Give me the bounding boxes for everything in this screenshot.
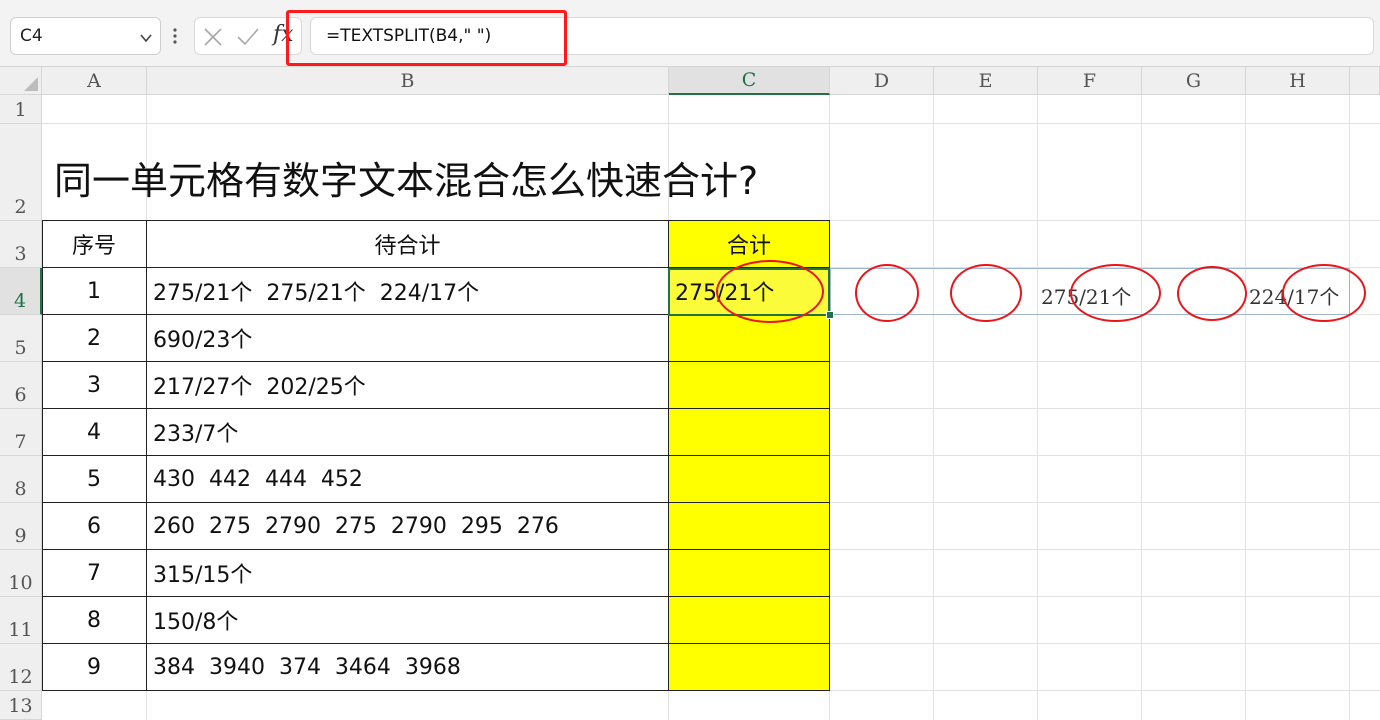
row-header-7[interactable]: 7	[0, 409, 42, 456]
annotation-circle-h4	[1282, 264, 1366, 322]
name-box[interactable]: C4	[10, 17, 161, 55]
column-header-d[interactable]: D	[830, 67, 934, 95]
row-header-11[interactable]: 11	[0, 597, 42, 644]
table-row-text[interactable]: 384 3940 374 3464 3968	[147, 644, 669, 691]
row-header-4[interactable]: 4	[0, 268, 42, 315]
column-header-a[interactable]: A	[42, 67, 147, 95]
column-header-i[interactable]	[1350, 67, 1380, 95]
row-header-9[interactable]: 9	[0, 503, 42, 550]
cell-c5[interactable]	[669, 315, 830, 362]
table-row-text[interactable]: 260 275 2790 275 2790 295 276	[147, 503, 669, 550]
cell-c12[interactable]	[669, 644, 830, 691]
cell-c8[interactable]	[669, 456, 830, 503]
table-row-index[interactable]: 7	[42, 550, 147, 597]
cell-c6[interactable]	[669, 362, 830, 409]
table-row-text[interactable]: 315/15个	[147, 550, 669, 597]
column-header-e[interactable]: E	[934, 67, 1038, 95]
table-row-text[interactable]: 150/8个	[147, 597, 669, 644]
table-row-index[interactable]: 9	[42, 644, 147, 691]
name-box-value: C4	[20, 26, 43, 46]
cancel-icon[interactable]	[203, 27, 223, 47]
row-header-8[interactable]: 8	[0, 456, 42, 503]
annotation-circle-e4	[950, 264, 1022, 322]
column-header-g[interactable]: G	[1142, 67, 1246, 95]
table-row-index[interactable]: 8	[42, 597, 147, 644]
cell-c10[interactable]	[669, 550, 830, 597]
row-header-13[interactable]: 13	[0, 691, 42, 720]
table-row-index[interactable]: 6	[42, 503, 147, 550]
table-row-text[interactable]: 217/27个 202/25个	[147, 362, 669, 409]
sheet-title: 同一单元格有数字文本混合怎么快速合计?	[54, 159, 759, 203]
cell-c7[interactable]	[669, 409, 830, 456]
header-to-sum[interactable]: 待合计	[147, 221, 669, 268]
column-header-b[interactable]: B	[147, 67, 669, 95]
row-header-5[interactable]: 5	[0, 315, 42, 362]
row-header-2[interactable]: 2	[0, 124, 42, 221]
formula-highlight-box	[286, 10, 567, 66]
annotation-circle-c4	[716, 260, 824, 323]
cell-c11[interactable]	[669, 597, 830, 644]
select-all-corner[interactable]	[0, 67, 42, 95]
row-header-1[interactable]: 1	[0, 95, 42, 124]
table-row-text[interactable]: 690/23个	[147, 315, 669, 362]
cell-c9[interactable]	[669, 503, 830, 550]
table-row-index[interactable]: 4	[42, 409, 147, 456]
row-header-6[interactable]: 6	[0, 362, 42, 409]
formula-bar: C4 fx =TEXTSPLIT(B4," ")	[0, 0, 1380, 67]
table-row-index[interactable]: 2	[42, 315, 147, 362]
column-header-c[interactable]: C	[669, 67, 830, 95]
table-row-index[interactable]: 5	[42, 456, 147, 503]
enter-check-icon[interactable]	[236, 27, 260, 47]
row-header-10[interactable]: 10	[0, 550, 42, 597]
fill-handle[interactable]	[826, 311, 834, 319]
row-header-12[interactable]: 12	[0, 644, 42, 691]
annotation-circle-d4	[855, 264, 919, 322]
column-header-f[interactable]: F	[1038, 67, 1142, 95]
table-row-text[interactable]: 430 442 444 452	[147, 456, 669, 503]
more-options-icon[interactable]	[172, 27, 178, 45]
chevron-down-icon[interactable]	[140, 32, 152, 44]
table-row-index[interactable]: 1	[42, 268, 147, 315]
annotation-circle-f4	[1070, 264, 1161, 322]
table-row-text[interactable]: 233/7个	[147, 409, 669, 456]
annotation-circle-g4	[1177, 266, 1247, 321]
table-row-index[interactable]: 3	[42, 362, 147, 409]
row-header-3[interactable]: 3	[0, 221, 42, 268]
column-header-h[interactable]: H	[1246, 67, 1350, 95]
header-index[interactable]: 序号	[42, 221, 147, 268]
header-total[interactable]: 合计	[669, 221, 830, 268]
table-row-text[interactable]: 275/21个 275/21个 224/17个	[147, 268, 669, 315]
